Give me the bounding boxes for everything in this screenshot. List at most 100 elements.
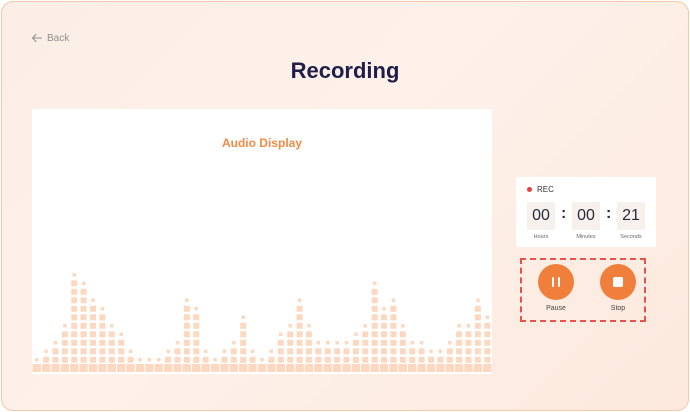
equalizer-dot	[371, 356, 378, 363]
equalizer-dot	[315, 356, 322, 363]
equalizer-dot	[465, 356, 472, 363]
equalizer-dot	[193, 314, 200, 321]
equalizer-dot	[147, 358, 152, 362]
equalizer-dot	[315, 348, 322, 355]
equalizer-dot	[108, 331, 115, 338]
equalizer-dot	[409, 356, 416, 363]
equalizer-base	[182, 364, 192, 372]
equalizer-dot	[334, 356, 341, 363]
pause-label: Pause	[546, 305, 566, 312]
equalizer-dot	[484, 348, 491, 355]
equalizer-dot	[71, 305, 78, 312]
equalizer-dot	[390, 356, 397, 363]
equalizer-base	[51, 364, 60, 372]
equalizer-dot	[99, 339, 106, 346]
equalizer-dot	[99, 322, 106, 329]
equalizer-dot	[193, 339, 200, 346]
equalizer-base	[426, 364, 436, 372]
equalizer-base	[41, 364, 51, 372]
equalizer-dot	[90, 322, 96, 329]
equalizer-dot	[457, 324, 461, 328]
equalizer-dot	[390, 339, 397, 346]
equalizer-dot	[296, 331, 303, 338]
equalizer-dot	[401, 324, 405, 328]
equalizer-dot	[381, 339, 387, 346]
equalizer-dot	[183, 356, 190, 363]
equalizer-dot	[399, 339, 406, 346]
equalizer-dot	[362, 348, 369, 355]
pause-button[interactable]: Pause	[536, 264, 576, 312]
equalizer-dot	[287, 356, 294, 363]
equalizer-dot	[409, 348, 416, 355]
equalizer-dot	[456, 331, 463, 338]
equalizer-dot	[474, 356, 481, 363]
equalizer-dot	[71, 297, 78, 304]
arrow-left-icon	[31, 33, 43, 43]
equalizer-dot	[90, 339, 96, 346]
equalizer-dot	[474, 348, 481, 355]
equalizer-base	[361, 364, 370, 372]
equalizer-dot	[100, 307, 105, 311]
equalizer-dot	[240, 322, 247, 329]
equalizer-base	[436, 364, 445, 372]
equalizer-dot	[305, 339, 312, 346]
equalizer-dot	[128, 349, 133, 353]
back-link[interactable]: Back	[31, 32, 69, 44]
pause-button-circle[interactable]	[538, 264, 574, 300]
equalizer-dot	[127, 356, 134, 363]
equalizer-dot	[428, 356, 434, 363]
equalizer-dot	[372, 281, 377, 285]
equalizer-dot	[118, 356, 125, 363]
equalizer-base	[464, 364, 473, 372]
equalizer-dot	[193, 348, 200, 355]
equalizer-dot	[183, 322, 190, 329]
equalizer-base	[163, 364, 173, 372]
timer-hours-label: Hours	[533, 234, 549, 240]
equalizer-dot	[296, 322, 303, 329]
equalizer-base	[408, 364, 417, 372]
stop-icon	[613, 277, 623, 287]
equalizer-base	[323, 364, 332, 372]
equalizer-dot	[352, 339, 359, 346]
equalizer-base	[417, 364, 426, 372]
equalizer-dot	[429, 349, 433, 353]
equalizer-dot	[335, 341, 339, 345]
equalizer-dot	[99, 314, 106, 321]
timer-separator: :	[606, 205, 612, 222]
equalizer-base	[379, 364, 389, 372]
equalizer-dot	[53, 341, 58, 345]
equalizer-dot	[260, 358, 264, 362]
equalizer-dot	[157, 358, 161, 362]
equalizer-base	[351, 364, 361, 372]
stop-label: Stop	[610, 305, 626, 312]
equalizer-dot	[166, 349, 170, 353]
timer-hours: 00	[527, 202, 555, 230]
equalizer-dot	[90, 356, 96, 363]
equalizer-base	[229, 364, 238, 372]
equalizer-dot	[371, 288, 378, 295]
equalizer-dot	[363, 324, 367, 328]
equalizer-base	[210, 364, 220, 372]
equalizer-dot	[34, 358, 39, 362]
equalizer-dot	[193, 322, 200, 329]
equalizer-dot	[165, 356, 172, 363]
equalizer-dot	[52, 356, 59, 363]
equalizer-dot	[352, 348, 359, 355]
equalizer-dot	[296, 356, 303, 363]
stop-button[interactable]: Stop	[598, 264, 638, 312]
rec-dot-icon	[527, 187, 532, 192]
equalizer-dot	[99, 348, 106, 355]
equalizer-base	[60, 364, 70, 372]
equalizer-dot	[175, 341, 180, 345]
equalizer-dot	[484, 339, 491, 346]
stop-button-circle[interactable]	[600, 264, 636, 300]
equalizer-dot	[381, 314, 387, 321]
equalizer-dot	[438, 349, 443, 353]
equalizer-dot	[465, 331, 472, 338]
equalizer-dot	[71, 348, 78, 355]
equalizer-dot	[474, 322, 481, 329]
equalizer-dot	[418, 348, 425, 355]
equalizer-dot	[230, 356, 237, 363]
equalizer-dot	[390, 331, 397, 338]
equalizer-base	[79, 364, 88, 372]
